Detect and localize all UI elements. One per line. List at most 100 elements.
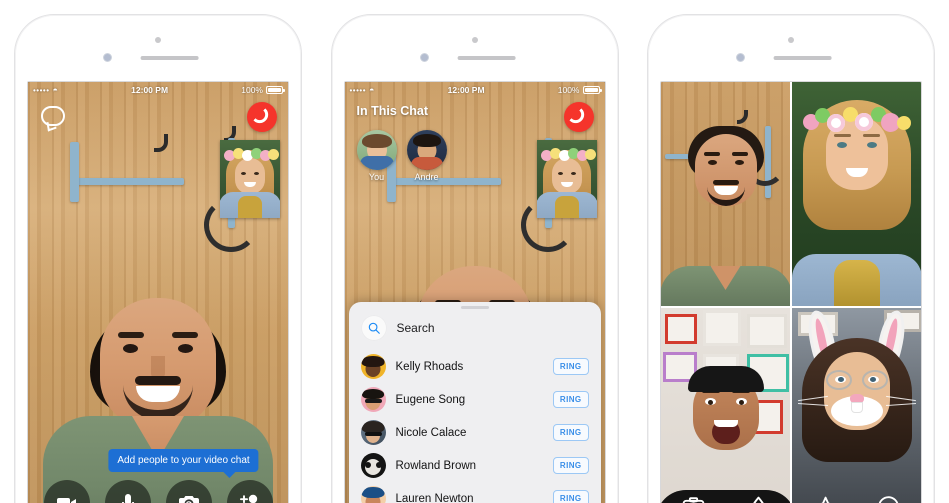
video-tile-bottom-right[interactable] xyxy=(792,308,921,503)
pupil-left xyxy=(707,400,713,405)
contact-name: Rowland Brown xyxy=(395,459,477,472)
battery-percent-label: 100% xyxy=(241,85,263,95)
eyeglasses-left-lens xyxy=(825,370,852,390)
flip-camera-button[interactable] xyxy=(165,480,212,503)
participant-name: Andre xyxy=(414,172,439,182)
front-camera-icon xyxy=(788,37,794,43)
flower-crown-filter xyxy=(801,106,913,134)
wifi-icon: ◓ xyxy=(369,85,375,95)
participant-you[interactable]: You xyxy=(356,130,397,182)
list-item[interactable]: Nicole Calace RING xyxy=(349,416,601,449)
phone-2: ••••• ◓ 12:00 PM 100% In This Chat You A… xyxy=(330,14,619,503)
eyebrow-left xyxy=(118,332,144,338)
video-camera-icon xyxy=(56,498,76,503)
eyebrow-right xyxy=(731,152,748,156)
video-camera-button[interactable] xyxy=(43,480,90,503)
eye-right xyxy=(734,160,744,165)
call-controls-bar xyxy=(28,480,288,503)
search-input[interactable]: Search xyxy=(397,321,435,335)
contact-name: Eugene Song xyxy=(395,393,466,406)
status-bar-time: 12:00 PM xyxy=(447,85,485,95)
list-item[interactable]: Eugene Song RING xyxy=(349,383,601,416)
add-person-button[interactable] xyxy=(226,480,273,503)
status-bar-time: 12:00 PM xyxy=(131,85,169,95)
ring-button[interactable]: RING xyxy=(552,358,589,375)
camera-icon xyxy=(682,497,705,503)
camera-button[interactable] xyxy=(681,494,706,503)
ring-button[interactable]: RING xyxy=(552,391,589,408)
status-bar: ••••• ◓ 12:00 PM 100% xyxy=(345,82,605,98)
beard xyxy=(706,180,745,206)
contact-name: Lauren Newton xyxy=(395,492,474,503)
self-view-thumbnail[interactable] xyxy=(220,140,280,218)
video-tile-bottom-left[interactable] xyxy=(661,308,790,503)
list-item[interactable]: Rowland Brown RING xyxy=(349,449,601,482)
battery-icon xyxy=(266,86,285,94)
status-bar-right: 100% xyxy=(241,85,285,95)
chat-bubble-icon[interactable] xyxy=(41,106,65,126)
microphone-button[interactable] xyxy=(104,480,151,503)
flower-crown-filter xyxy=(224,148,279,164)
screenshot-stage: ••••• ◓ 12:00 PM 100% Add people to your… xyxy=(0,0,949,503)
tile-subject-face xyxy=(694,134,757,206)
wall-picture-frame xyxy=(665,314,697,344)
self-eye-left xyxy=(241,172,246,175)
ring-button[interactable]: RING xyxy=(552,424,589,441)
search-bar[interactable]: Search xyxy=(349,309,601,350)
self-view-thumbnail[interactable] xyxy=(536,140,597,218)
in-this-chat-title: In This Chat xyxy=(356,104,429,118)
signal-strength-icon: ••••• xyxy=(349,85,367,95)
avatar xyxy=(360,420,386,445)
list-item[interactable]: Lauren Newton RING xyxy=(349,482,601,503)
avatar xyxy=(360,354,386,379)
status-bar-left: ••••• ◓ xyxy=(33,85,58,95)
status-bar: ••••• ◓ 12:00 PM 100% xyxy=(28,82,288,98)
wifi-icon: ◓ xyxy=(52,85,58,95)
wall-picture-frame xyxy=(703,310,741,346)
group-video-grid xyxy=(661,82,921,503)
earpiece-speaker xyxy=(773,56,832,60)
smiling-mouth xyxy=(845,168,868,177)
eye-left xyxy=(836,142,847,148)
avatar xyxy=(360,486,386,503)
end-call-button[interactable] xyxy=(247,102,277,132)
filter-button[interactable] xyxy=(746,494,771,503)
phone-3-screen xyxy=(660,81,922,503)
contact-name: Kelly Rhoads xyxy=(395,360,464,373)
phone-2-top-bezel xyxy=(332,15,618,81)
self-smile xyxy=(560,182,573,187)
masks-button[interactable] xyxy=(876,494,901,503)
subject-face xyxy=(100,298,216,428)
video-tile-top-right[interactable] xyxy=(792,82,921,306)
list-item[interactable]: Kelly Rhoads RING xyxy=(349,350,601,383)
participant-andre[interactable]: Andre xyxy=(406,130,447,182)
flower-crown-filter xyxy=(540,148,596,164)
self-view-top xyxy=(554,196,579,218)
add-person-icon xyxy=(239,494,257,503)
end-call-button[interactable] xyxy=(563,102,594,132)
add-people-sheet: Search Kelly Rhoads RING Eugene Song RIN… xyxy=(348,302,601,503)
contact-list: Kelly Rhoads RING Eugene Song RING Nicol… xyxy=(348,350,601,503)
sparkle-star-icon xyxy=(821,496,830,503)
microphone-icon xyxy=(121,494,134,503)
contact-name: Nicole Calace xyxy=(395,426,467,439)
battery-percent-label: 100% xyxy=(557,85,580,95)
ring-button[interactable]: RING xyxy=(552,457,589,474)
avatar xyxy=(356,130,397,170)
phone-3-top-bezel xyxy=(648,15,934,81)
effects-button[interactable] xyxy=(811,494,836,503)
phone-3 xyxy=(647,14,935,503)
earpiece-speaker xyxy=(457,56,516,60)
earpiece-speaker xyxy=(140,56,199,60)
avatar xyxy=(360,387,386,412)
eyebrow-right xyxy=(172,332,198,338)
eyeglasses-right-lens xyxy=(861,370,888,390)
self-smile xyxy=(244,182,256,187)
proximity-sensor-icon xyxy=(103,53,112,62)
front-camera-icon xyxy=(155,37,161,43)
shirt-collar xyxy=(710,266,741,290)
self-eye-left xyxy=(557,172,563,175)
video-tile-top-left[interactable] xyxy=(661,82,790,306)
self-eye-right xyxy=(254,172,259,175)
ring-button[interactable]: RING xyxy=(552,490,589,503)
